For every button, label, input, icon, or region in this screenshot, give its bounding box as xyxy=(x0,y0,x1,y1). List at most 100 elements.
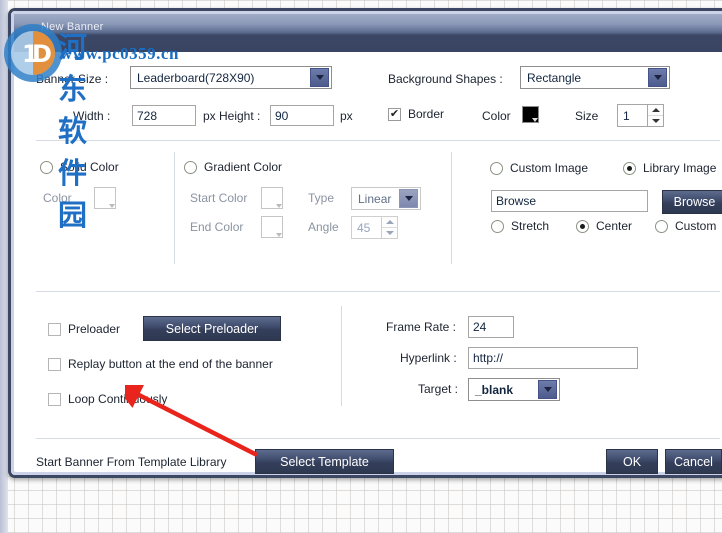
library-image-radio[interactable]: Library Image xyxy=(623,161,716,175)
gradient-angle-value[interactable]: 45 xyxy=(351,216,381,239)
template-library-text: Start Banner From Template Library xyxy=(36,455,227,469)
border-size-value[interactable]: 1 xyxy=(617,104,647,127)
custom-image-label: Custom Image xyxy=(510,161,589,175)
stretch-radio[interactable]: Stretch xyxy=(491,219,549,233)
custom-radio[interactable]: Custom xyxy=(655,219,716,233)
loop-checkbox[interactable]: Loop Continuously xyxy=(48,392,167,406)
border-checkbox[interactable]: ✔ Border xyxy=(388,107,444,121)
banner-size-select[interactable]: Leaderboard(728X90) xyxy=(130,66,332,89)
checkbox-icon xyxy=(48,322,61,336)
solid-color-swatch[interactable] xyxy=(94,187,116,209)
gradient-angle-stepper[interactable]: 45 xyxy=(351,216,398,239)
frame-rate-label: Frame Rate : xyxy=(386,320,457,334)
radio-selected-icon xyxy=(623,161,636,175)
cancel-button[interactable]: Cancel xyxy=(665,449,722,474)
fill-section: Solid Color Color Gradient Color Start C… xyxy=(14,146,722,274)
replay-label: Replay button at the end of the banner xyxy=(68,357,273,371)
dialog-footer: Start Banner From Template Library Selec… xyxy=(14,442,722,475)
solid-color-field-label: Color xyxy=(43,191,72,205)
dialog-title: New Banner xyxy=(41,21,104,33)
dialog-inner-frame: New Banner Banner Size : Leaderboard(728… xyxy=(11,11,722,475)
divider-vertical-2 xyxy=(451,152,452,264)
gradient-angle-label: Angle xyxy=(308,220,339,234)
size-section: Banner Size : Leaderboard(728X90) Backgr… xyxy=(14,52,722,127)
hyperlink-input[interactable] xyxy=(468,347,638,369)
gradient-type-label: Type xyxy=(308,191,335,205)
select-preloader-button[interactable]: Select Preloader xyxy=(143,316,281,341)
radio-selected-icon xyxy=(576,219,589,233)
stepper-up-icon[interactable] xyxy=(382,217,397,228)
width-label: Width : xyxy=(73,109,111,123)
banner-size-label: Banner Size : xyxy=(36,72,109,86)
center-label: Center xyxy=(596,219,633,233)
chevron-down-icon[interactable] xyxy=(648,68,667,87)
height-input[interactable] xyxy=(270,105,334,126)
divider-top xyxy=(36,140,720,141)
loop-label: Loop Continuously xyxy=(68,392,168,406)
chevron-down-icon[interactable] xyxy=(399,189,418,208)
border-label: Border xyxy=(408,107,445,121)
dialog-titlebar[interactable]: New Banner xyxy=(14,14,722,52)
border-size-label: Size xyxy=(575,109,599,123)
ok-button[interactable]: OK xyxy=(606,449,658,474)
start-color-label: Start Color xyxy=(190,191,248,205)
width-unit: px xyxy=(203,109,216,123)
divider-middle xyxy=(36,291,720,292)
border-color-label: Color xyxy=(482,109,511,123)
solid-color-radio[interactable]: Solid Color xyxy=(40,160,119,174)
border-size-stepper[interactable]: 1 xyxy=(617,104,664,127)
center-radio[interactable]: Center xyxy=(576,219,632,233)
start-color-swatch[interactable] xyxy=(261,187,283,209)
border-size-arrows[interactable] xyxy=(647,104,664,127)
end-color-label: End Color xyxy=(190,220,244,234)
checkbox-checked-icon: ✔ xyxy=(388,107,401,121)
select-template-button[interactable]: Select Template xyxy=(255,449,394,474)
stepper-up-icon[interactable] xyxy=(648,105,663,116)
radio-icon xyxy=(490,161,503,175)
browse-button[interactable]: Browse xyxy=(662,190,722,214)
chevron-down-icon[interactable] xyxy=(538,380,557,399)
frame-rate-input[interactable] xyxy=(468,316,514,338)
preloader-checkbox[interactable]: Preloader xyxy=(48,322,120,336)
background-shapes-select[interactable]: Rectangle xyxy=(520,66,670,89)
width-input[interactable] xyxy=(132,105,196,126)
checkbox-icon xyxy=(48,357,61,371)
desktop-left-strip xyxy=(0,0,8,533)
replay-checkbox[interactable]: Replay button at the end of the banner xyxy=(48,357,273,371)
background-shapes-value: Rectangle xyxy=(527,70,582,85)
height-label: Height : xyxy=(219,109,261,123)
chevron-down-icon[interactable] xyxy=(310,68,329,87)
custom-label: Custom xyxy=(675,219,717,233)
solid-color-label: Solid Color xyxy=(60,160,119,174)
preloader-label: Preloader xyxy=(68,322,121,336)
divider-bottom xyxy=(36,438,720,439)
divider-vertical-1 xyxy=(174,152,175,264)
image-path-input[interactable] xyxy=(491,190,648,212)
new-banner-dialog: New Banner Banner Size : Leaderboard(728… xyxy=(8,8,722,478)
target-label: Target : xyxy=(418,382,459,396)
background-shapes-label: Background Shapes : xyxy=(388,72,503,86)
border-color-swatch[interactable] xyxy=(522,106,539,123)
playback-section: Preloader Select Preloader Replay button… xyxy=(14,298,722,416)
radio-icon xyxy=(40,160,53,174)
banner-size-value: Leaderboard(728X90) xyxy=(137,70,255,85)
radio-icon xyxy=(655,219,668,233)
custom-image-radio[interactable]: Custom Image xyxy=(490,161,588,175)
stretch-label: Stretch xyxy=(511,219,550,233)
divider-vertical-3 xyxy=(341,306,342,406)
gradient-color-radio[interactable]: Gradient Color xyxy=(184,160,282,174)
gradient-type-select[interactable]: Linear xyxy=(351,187,421,210)
stepper-down-icon[interactable] xyxy=(382,228,397,238)
radio-icon xyxy=(184,160,197,174)
target-select[interactable]: _blank xyxy=(468,378,560,401)
stepper-down-icon[interactable] xyxy=(648,116,663,126)
target-value: _blank xyxy=(475,382,514,397)
gradient-angle-arrows[interactable] xyxy=(381,216,398,239)
height-unit: px xyxy=(340,109,353,123)
gradient-type-value: Linear xyxy=(358,191,392,206)
checkbox-icon xyxy=(48,392,61,406)
radio-icon xyxy=(491,219,504,233)
gradient-color-label: Gradient Color xyxy=(204,160,283,174)
end-color-swatch[interactable] xyxy=(261,216,283,238)
hyperlink-label: Hyperlink : xyxy=(400,351,457,365)
